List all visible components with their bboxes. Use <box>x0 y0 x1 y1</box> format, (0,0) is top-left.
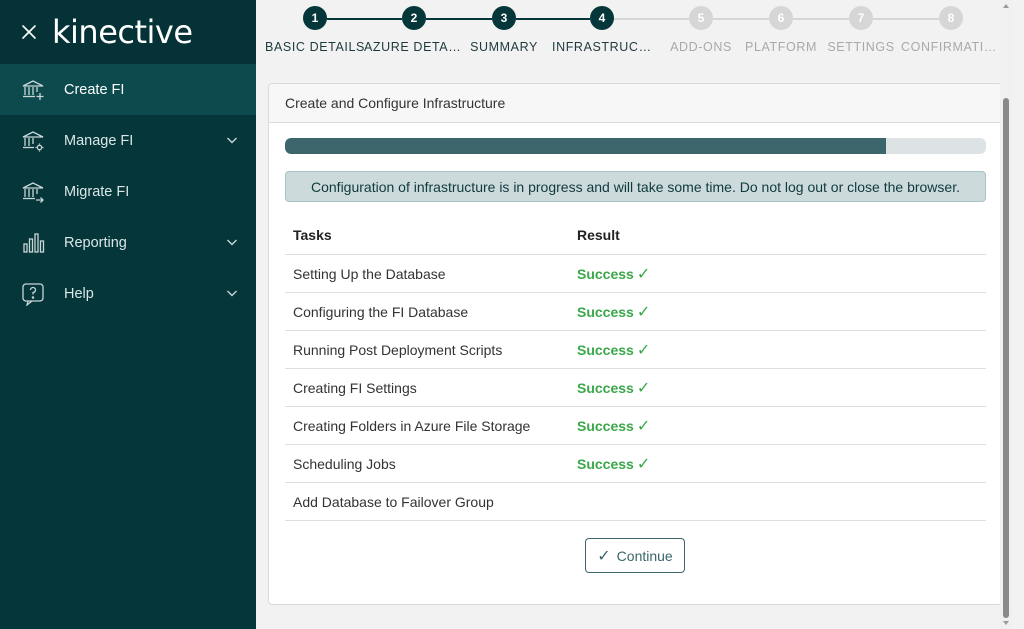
bank-plus-icon <box>20 77 46 103</box>
check-icon: ✓ <box>636 379 651 397</box>
step-number: 3 <box>492 6 516 30</box>
bar-chart-icon <box>20 230 46 256</box>
task-result: Success ✓ <box>577 454 650 474</box>
task-name: Creating FI Settings <box>293 379 417 396</box>
table-row: Configuring the FI Database Success ✓ <box>285 293 986 331</box>
task-name: Configuring the FI Database <box>293 303 469 320</box>
task-name: Add Database to Failover Group <box>293 493 494 510</box>
chevron-down-icon[interactable] <box>226 287 238 299</box>
task-name: Creating Folders in Azure File Storage <box>293 417 531 434</box>
table-row: Setting Up the Database Success ✓ <box>285 255 986 293</box>
status-success: Success <box>577 265 634 282</box>
step-label: SETTINGS <box>827 40 895 54</box>
table-row: Creating Folders in Azure File Storage Su… <box>285 407 986 445</box>
check-icon: ✓ <box>636 417 651 435</box>
bank-arrow-icon <box>20 179 46 205</box>
chevron-down-icon[interactable] <box>226 236 238 248</box>
check-icon: ✓ <box>636 341 651 359</box>
table-row: Add Database to Failover Group <box>285 483 986 521</box>
task-name: Running Post Deployment Scripts <box>293 341 503 358</box>
status-success: Success <box>577 455 634 472</box>
table-row: Running Post Deployment Scripts Success ✓ <box>285 331 986 369</box>
main-content: 1 BASIC DETAILS 2 AZURE DETAILS 3 SUMMARY 4 INF… <box>256 0 1012 629</box>
step-number: 5 <box>689 6 713 30</box>
info-alert: Configuration of infrastructure is in pr… <box>285 171 986 202</box>
task-name: Setting Up the Database <box>293 265 446 282</box>
result-column-header: Result <box>577 227 620 243</box>
step-number: 8 <box>939 6 963 30</box>
sidebar-nav: Create FI Manage FI Migrate FI Reporting Hel… <box>0 64 256 319</box>
sidebar-item-label: Help <box>64 285 94 302</box>
tasks-table: Tasks Result Setting Up the Database Succ… <box>285 216 986 521</box>
task-result: Success ✓ <box>577 378 650 398</box>
sidebar-item-label: Migrate FI <box>64 183 130 200</box>
task-name: Scheduling Jobs <box>293 455 396 472</box>
continue-label: Continue <box>616 547 673 564</box>
sidebar-item-create-fi[interactable]: Create FI <box>0 64 256 115</box>
check-icon: ✓ <box>636 455 651 473</box>
status-success: Success <box>577 341 634 358</box>
vertical-scrollbar[interactable] <box>1000 0 1012 629</box>
wizard-stepper: 1 BASIC DETAILS 2 AZURE DETAILS 3 SUMMARY 4 INF… <box>256 0 1012 64</box>
sidebar-item-reporting[interactable]: Reporting <box>0 217 256 268</box>
step-1[interactable]: 1 BASIC DETAILS <box>265 6 365 54</box>
step-label: SUMMARY <box>470 40 538 54</box>
scrollbar-thumb[interactable] <box>1003 98 1009 618</box>
check-icon: ✓ <box>636 265 651 283</box>
step-8[interactable]: 8 CONFIRMATION <box>901 6 1001 54</box>
step-label: BASIC DETAILS <box>265 40 365 54</box>
check-icon: ✓ <box>597 547 611 565</box>
step-3[interactable]: 3 SUMMARY <box>454 6 554 54</box>
step-number: 1 <box>303 6 327 30</box>
step-label: AZURE DETAILS <box>364 40 464 54</box>
chevron-down-icon[interactable] <box>226 134 238 146</box>
help-bubble-icon <box>20 281 46 307</box>
check-icon: ✓ <box>636 303 651 321</box>
bank-gear-icon <box>20 128 46 154</box>
infrastructure-card: Create and Configure Infrastructure Conf… <box>268 83 1002 605</box>
kinective-logo: kinective <box>52 13 193 51</box>
step-number: 4 <box>590 6 614 30</box>
scroll-down-icon[interactable] <box>1003 621 1009 625</box>
tasks-column-header: Tasks <box>293 227 332 243</box>
scroll-up-icon[interactable] <box>1003 4 1009 8</box>
close-icon <box>22 25 36 39</box>
step-label: CONFIRMATION <box>901 40 1001 54</box>
sidebar-item-label: Create FI <box>64 81 125 98</box>
status-success: Success <box>577 417 634 434</box>
sidebar: kinective Create FI Manage FI Migrate FI Re… <box>0 0 256 629</box>
close-sidebar-button[interactable] <box>18 21 40 43</box>
task-result: Success ✓ <box>577 264 650 284</box>
status-success: Success <box>577 379 634 396</box>
status-success: Success <box>577 303 634 320</box>
step-label: INFRASTRUCTURE <box>552 40 652 54</box>
progress-bar <box>285 138 986 154</box>
step-number: 7 <box>849 6 873 30</box>
table-row: Scheduling Jobs Success ✓ <box>285 445 986 483</box>
task-result: Success ✓ <box>577 302 650 322</box>
step-number: 2 <box>402 6 426 30</box>
sidebar-item-help[interactable]: Help <box>0 268 256 319</box>
sidebar-item-migrate-fi[interactable]: Migrate FI <box>0 166 256 217</box>
task-result: Success ✓ <box>577 340 650 360</box>
step-4[interactable]: 4 INFRASTRUCTURE <box>552 6 652 54</box>
sidebar-item-label: Manage FI <box>64 132 134 149</box>
step-2[interactable]: 2 AZURE DETAILS <box>364 6 464 54</box>
step-number: 6 <box>769 6 793 30</box>
progress-fill <box>285 138 887 154</box>
brand-bar: kinective <box>0 0 256 64</box>
sidebar-item-manage-fi[interactable]: Manage FI <box>0 115 256 166</box>
card-title: Create and Configure Infrastructure <box>269 84 1001 123</box>
task-result: Success ✓ <box>577 416 650 436</box>
sidebar-item-label: Reporting <box>64 234 127 251</box>
table-header: Tasks Result <box>285 216 986 255</box>
step-7[interactable]: 7 SETTINGS <box>811 6 911 54</box>
table-row: Creating FI Settings Success ✓ <box>285 369 986 407</box>
continue-button[interactable]: ✓ Continue <box>585 538 685 573</box>
